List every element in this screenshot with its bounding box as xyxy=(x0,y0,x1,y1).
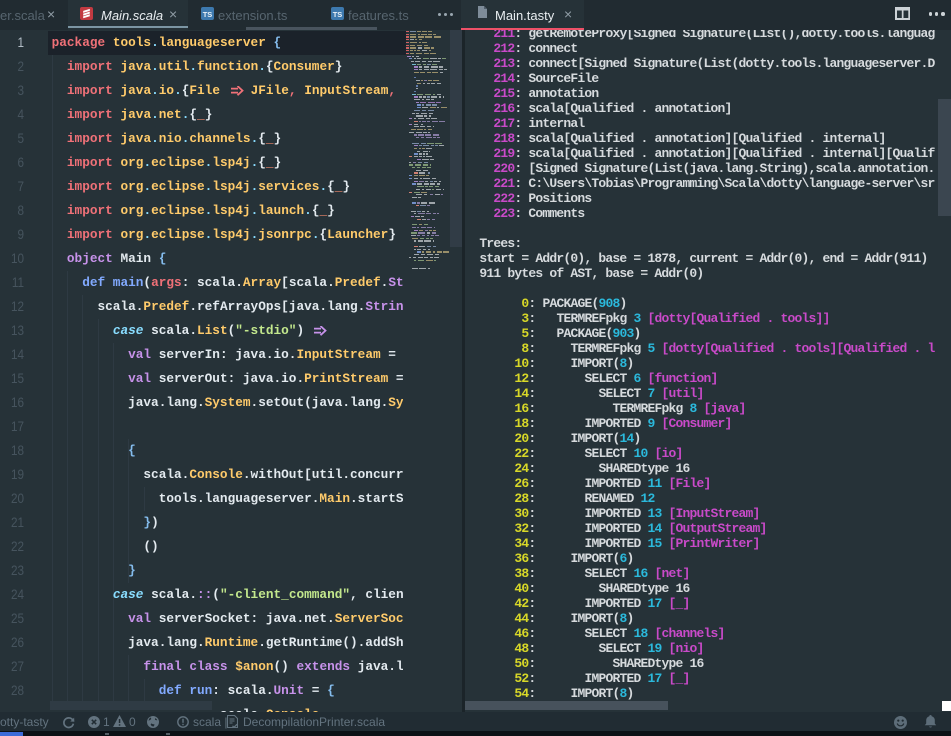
svg-text:TS: TS xyxy=(203,9,213,18)
svg-text:TS: TS xyxy=(333,9,343,18)
